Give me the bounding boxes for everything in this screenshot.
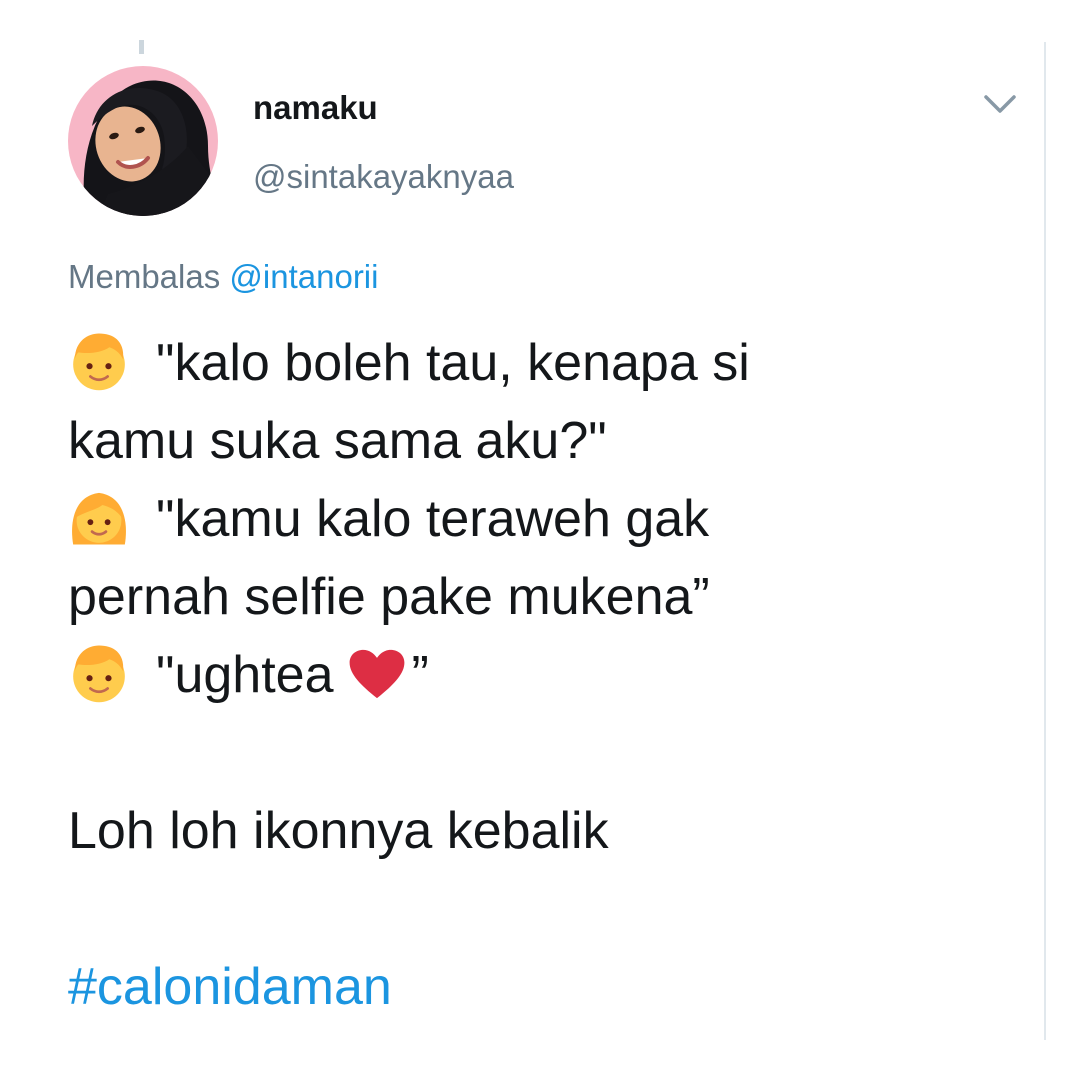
- tweet-card: namaku @sintakayaknyaa Membalas @intanor…: [0, 0, 1080, 1080]
- tweet-line: #calonidaman: [68, 948, 968, 1026]
- tweet-line: pernah selfie pake mukena”: [68, 558, 968, 636]
- tweet-line-text: "kalo boleh tau, kenapa si: [156, 334, 750, 392]
- tweet-line-text: "kamu kalo teraweh gak: [156, 490, 710, 548]
- user-handle[interactable]: @sintakayaknyaa: [253, 157, 514, 197]
- display-name[interactable]: namaku: [253, 88, 378, 128]
- hashtag-link[interactable]: #calonidaman: [68, 958, 392, 1016]
- tweet-line: "kalo boleh tau, kenapa si: [68, 324, 968, 402]
- reply-prefix: Membalas: [68, 258, 221, 295]
- tweet-line-text: pernah selfie pake mukena”: [68, 568, 710, 626]
- tweet-line: "kamu kalo teraweh gak: [68, 480, 968, 558]
- boy-emoji-icon: [73, 645, 125, 703]
- girl-emoji-icon: [72, 492, 126, 545]
- tweet-line: Loh loh ikonnya kebalik: [68, 792, 968, 870]
- reply-handle-link[interactable]: @intanorii: [229, 258, 378, 295]
- avatar[interactable]: [68, 66, 218, 216]
- reply-context: Membalas @intanorii: [68, 257, 378, 297]
- thread-connector: [139, 40, 144, 54]
- tweet-text: "kalo boleh tau, kenapa si kamu suka sam…: [68, 324, 968, 1026]
- red-heart-icon: [349, 649, 404, 699]
- boy-emoji-icon: [73, 333, 125, 391]
- chevron-down-icon[interactable]: [982, 92, 1018, 116]
- card-border: [1044, 42, 1046, 1040]
- tweet-line-text: ”: [411, 646, 429, 704]
- tweet-line-text: kamu suka sama aku?": [68, 412, 607, 470]
- tweet-line: kamu suka sama aku?": [68, 402, 968, 480]
- tweet-line: "ughtea ”: [68, 636, 968, 714]
- avatar-image: [68, 66, 218, 216]
- tweet-line-text: "ughtea: [156, 646, 334, 704]
- tweet-line-text: Loh loh ikonnya kebalik: [68, 802, 609, 860]
